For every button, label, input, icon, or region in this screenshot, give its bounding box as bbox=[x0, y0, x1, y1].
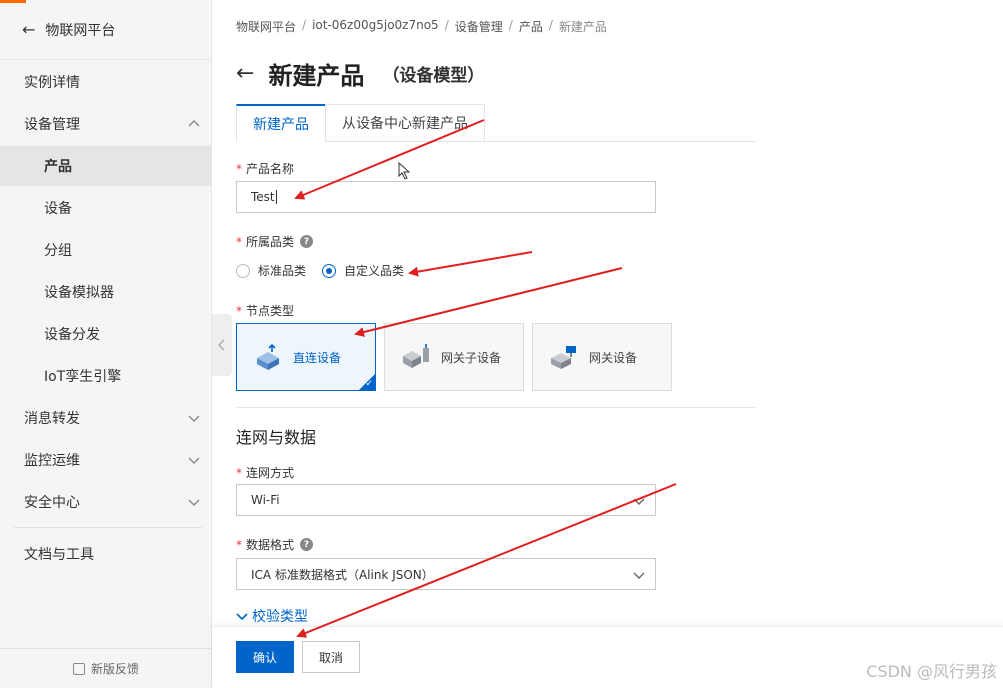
sidebar-item-products[interactable]: 产品 bbox=[0, 146, 212, 186]
page-title: 新建产品 bbox=[268, 62, 365, 90]
breadcrumb-item[interactable]: iot-06z00g5jo0z7no5 bbox=[312, 18, 439, 35]
chevron-down-icon bbox=[236, 613, 248, 621]
breadcrumb-item[interactable]: 物联网平台 bbox=[236, 18, 296, 35]
text-cursor bbox=[275, 190, 277, 204]
required-marker: * bbox=[236, 537, 242, 552]
sidebar-item-instance-details[interactable]: 实例详情 bbox=[0, 62, 212, 102]
breadcrumb-item[interactable]: 产品 bbox=[519, 18, 543, 35]
sidebar-item-device-management[interactable]: 设备管理 bbox=[0, 104, 212, 144]
sidebar-collapse-handle[interactable] bbox=[212, 314, 232, 376]
network-method-select[interactable]: Wi-Fi bbox=[236, 484, 656, 516]
network-method-label: * 连网方式 bbox=[236, 465, 295, 481]
category-label: * 所属品类 ? bbox=[236, 233, 314, 250]
radio-custom-category[interactable]: 自定义品类 bbox=[322, 262, 404, 279]
confirm-button[interactable]: 确认 bbox=[236, 641, 295, 673]
node-type-label: * 节点类型 bbox=[236, 303, 295, 319]
sidebar-item-docs-tools[interactable]: 文档与工具 bbox=[0, 534, 212, 574]
feedback-button[interactable]: 新版反馈 bbox=[0, 648, 212, 688]
breadcrumb-separator: / bbox=[508, 18, 513, 32]
chevron-left-icon bbox=[218, 339, 225, 351]
chevron-up-icon bbox=[188, 120, 200, 127]
sidebar-item-device-simulator[interactable]: 设备模拟器 bbox=[0, 272, 212, 312]
required-marker: * bbox=[236, 303, 242, 318]
cancel-button[interactable]: 取消 bbox=[302, 641, 361, 673]
product-name-input[interactable]: Test bbox=[236, 181, 656, 213]
tab-bar: 新建产品 从设备中心新建产品 bbox=[236, 104, 485, 142]
gateway-sub-device-icon bbox=[403, 344, 429, 368]
node-type-gateway-sub-device[interactable]: 网关子设备 bbox=[384, 323, 524, 391]
breadcrumb-separator: / bbox=[444, 18, 449, 32]
tab-new-product[interactable]: 新建产品 bbox=[236, 104, 326, 142]
back-arrow-icon[interactable]: ← bbox=[22, 20, 35, 39]
node-type-gateway-device[interactable]: 网关设备 bbox=[532, 323, 672, 391]
sidebar-item-devices[interactable]: 设备 bbox=[0, 188, 212, 228]
sidebar: ← 物联网平台 实例详情 设备管理 产品 设备 分组 设备模拟器 设备分发 Io… bbox=[0, 0, 212, 688]
sidebar-item-groups[interactable]: 分组 bbox=[0, 230, 212, 270]
help-icon[interactable]: ? bbox=[300, 235, 314, 248]
data-format-label: * 数据格式 ? bbox=[236, 536, 314, 553]
radio-circle bbox=[236, 263, 250, 278]
chevron-down-icon bbox=[188, 457, 200, 464]
required-marker: * bbox=[236, 465, 242, 480]
chevron-down-icon bbox=[188, 499, 200, 506]
watermark: CSDN @风行男孩 bbox=[866, 662, 997, 681]
breadcrumb-separator: / bbox=[548, 18, 553, 32]
check-icon: ✓ bbox=[365, 379, 373, 389]
sidebar-item-security-center[interactable]: 安全中心 bbox=[0, 482, 212, 522]
node-type-direct-device[interactable]: 直连设备 ✓ bbox=[236, 323, 376, 391]
sidebar-item-iot-twin-engine[interactable]: IoT孪生引擎 bbox=[0, 356, 212, 396]
breadcrumb-separator: / bbox=[302, 18, 307, 32]
feedback-icon bbox=[72, 662, 85, 675]
sidebar-divider bbox=[14, 527, 202, 528]
breadcrumb-item[interactable]: 设备管理 bbox=[455, 18, 503, 35]
section-divider bbox=[236, 407, 756, 408]
mouse-pointer-icon bbox=[398, 162, 411, 180]
direct-device-icon bbox=[257, 343, 279, 370]
gateway-device-icon bbox=[551, 346, 576, 369]
sidebar-item-device-distribution[interactable]: 设备分发 bbox=[0, 314, 212, 354]
page-title-row: ← 新建产品 （设备模型） bbox=[236, 56, 484, 91]
required-marker: * bbox=[236, 161, 242, 176]
help-icon[interactable]: ? bbox=[300, 538, 314, 551]
radio-circle-selected bbox=[322, 263, 337, 278]
sidebar-item-message-forwarding[interactable]: 消息转发 bbox=[0, 398, 212, 438]
sidebar-item-monitoring[interactable]: 监控运维 bbox=[0, 440, 212, 480]
chevron-down-icon bbox=[188, 415, 200, 422]
sidebar-header[interactable]: ← 物联网平台 bbox=[0, 0, 212, 60]
product-name-label: * 产品名称 bbox=[236, 161, 295, 177]
page-subtitle: （设备模型） bbox=[382, 66, 485, 86]
tab-new-from-device-center[interactable]: 从设备中心新建产品 bbox=[325, 104, 485, 142]
check-type-toggle[interactable]: 校验类型 bbox=[236, 606, 308, 626]
category-radio-group: 标准品类 自定义品类 bbox=[236, 262, 404, 279]
required-marker: * bbox=[236, 234, 242, 249]
chevron-down-icon bbox=[633, 572, 645, 579]
radio-standard-category[interactable]: 标准品类 bbox=[236, 262, 306, 279]
section-title-network-data: 连网与数据 bbox=[236, 428, 317, 447]
breadcrumb: 物联网平台 / iot-06z00g5jo0z7no5 / 设备管理 / 产品 … bbox=[236, 18, 607, 35]
data-format-select[interactable]: ICA 标准数据格式（Alink JSON） bbox=[236, 558, 656, 590]
back-arrow-icon[interactable]: ← bbox=[236, 61, 254, 86]
annotation-arrow bbox=[408, 251, 533, 277]
breadcrumb-current: 新建产品 bbox=[558, 20, 607, 34]
sidebar-title: 物联网平台 bbox=[45, 22, 116, 39]
chevron-down-icon bbox=[633, 498, 645, 505]
